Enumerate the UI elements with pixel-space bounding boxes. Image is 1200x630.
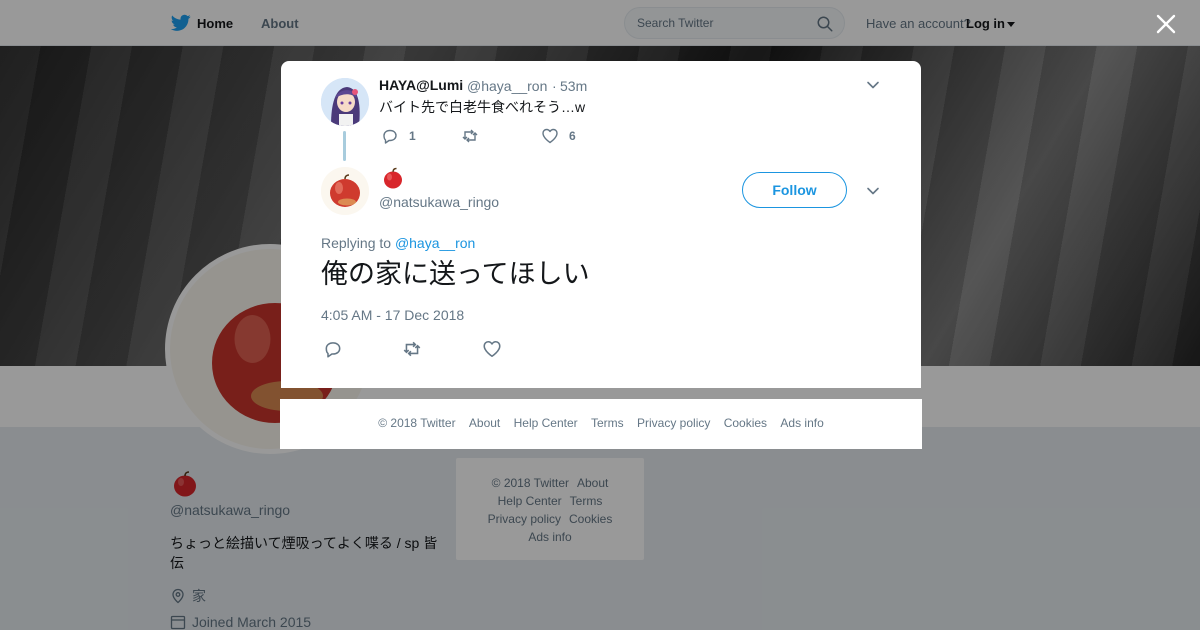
main-tweet-date[interactable]: 4:05 AM - 17 Dec 2018 — [321, 307, 464, 323]
chevron-down-icon[interactable] — [865, 77, 881, 93]
separator-dot: · — [552, 78, 557, 94]
parent-retweet-action[interactable] — [461, 127, 489, 145]
chevron-down-icon[interactable] — [865, 183, 881, 199]
parent-like-action[interactable]: 6 — [541, 127, 576, 145]
follow-button[interactable]: Follow — [742, 172, 847, 208]
tweet-permalink-modal: HAYA@Lumi @haya__ron · 53m バイト先で白老牛食べれそう… — [281, 61, 921, 388]
main-tweet-text: 俺の家に送ってほしい — [321, 259, 590, 290]
footer-privacy[interactable]: Privacy policy — [637, 416, 710, 430]
heart-icon[interactable] — [541, 127, 559, 145]
close-icon[interactable] — [1156, 14, 1176, 34]
replying-to-line: Replying to @haya__ron — [321, 235, 475, 251]
parent-like-count: 6 — [569, 129, 576, 143]
parent-author-name[interactable]: HAYA@Lumi — [379, 77, 463, 93]
footer-about[interactable]: About — [469, 416, 500, 430]
retweet-icon[interactable] — [461, 127, 479, 145]
parent-avatar[interactable] — [321, 78, 369, 126]
heart-icon[interactable] — [482, 339, 502, 359]
thread-connector-line — [343, 131, 346, 161]
reply-icon[interactable] — [381, 127, 399, 145]
footer-copyright: © 2018 Twitter — [378, 416, 456, 430]
anime-avatar-icon — [321, 78, 369, 126]
reply-icon[interactable] — [323, 339, 343, 359]
parent-reply-action[interactable]: 1 — [381, 127, 416, 145]
replying-prefix: Replying to — [321, 235, 392, 251]
parent-tweet-text: バイト先で白老牛食べれそう…w — [379, 99, 586, 115]
footer-terms[interactable]: Terms — [591, 416, 624, 430]
footer-ads-info[interactable]: Ads info — [780, 416, 823, 430]
parent-timestamp[interactable]: 53m — [560, 78, 587, 94]
replying-to-link[interactable]: @haya__ron — [395, 235, 475, 251]
footer-cookies[interactable]: Cookies — [724, 416, 767, 430]
parent-author-handle[interactable]: @haya__ron — [467, 78, 547, 94]
main-author-handle[interactable]: @natsukawa_ringo — [379, 194, 499, 210]
apple-icon — [321, 167, 369, 215]
parent-reply-count: 1 — [409, 129, 416, 143]
retweet-icon[interactable] — [402, 339, 422, 359]
modal-footer: © 2018 Twitter About Help Center Terms P… — [280, 399, 922, 449]
apple-icon — [384, 167, 402, 189]
main-author-avatar[interactable] — [321, 167, 369, 215]
footer-help-center[interactable]: Help Center — [514, 416, 578, 430]
